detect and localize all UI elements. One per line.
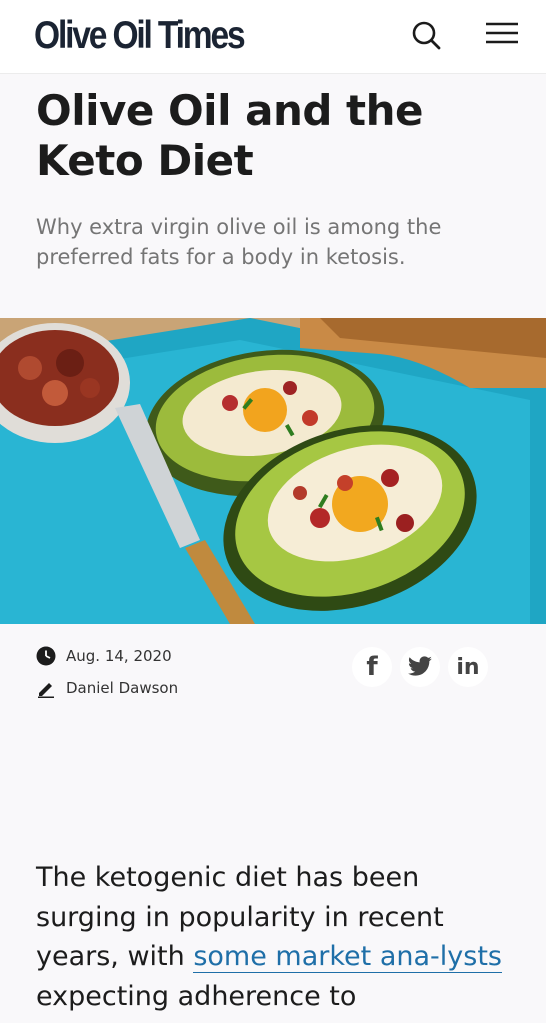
clock-icon	[36, 646, 56, 666]
facebook-share-icon[interactable]: f	[352, 647, 392, 687]
market-analysts-link[interactable]: some market ana-lysts	[193, 941, 502, 973]
article-title: Olive Oil and the Keto Diet	[36, 86, 424, 185]
article-subtitle: Why extra virgin olive oil is among the …	[36, 215, 442, 269]
article-body-paragraph: The ketogenic diet has been surging in p…	[36, 858, 506, 1016]
twitter-share-icon[interactable]	[400, 647, 440, 687]
linkedin-share-icon[interactable]: in	[448, 647, 488, 687]
linkedin-letters: in	[456, 654, 480, 680]
publish-date: Aug. 14, 2020	[36, 646, 172, 666]
body-text-end: expecting adherence to	[36, 980, 357, 1012]
publish-date-text: Aug. 14, 2020	[66, 647, 172, 665]
pencil-icon	[38, 683, 54, 698]
search-icon[interactable]	[406, 16, 446, 56]
site-header: Olive Oil Times	[0, 0, 546, 74]
hamburger-menu-icon[interactable]	[482, 16, 522, 56]
facebook-letter: f	[366, 652, 378, 682]
author-byline: Daniel Dawson	[36, 678, 178, 698]
site-logo[interactable]: Olive Oil Times	[34, 12, 246, 60]
hero-image	[0, 318, 546, 624]
author-name[interactable]: Daniel Dawson	[66, 679, 178, 697]
